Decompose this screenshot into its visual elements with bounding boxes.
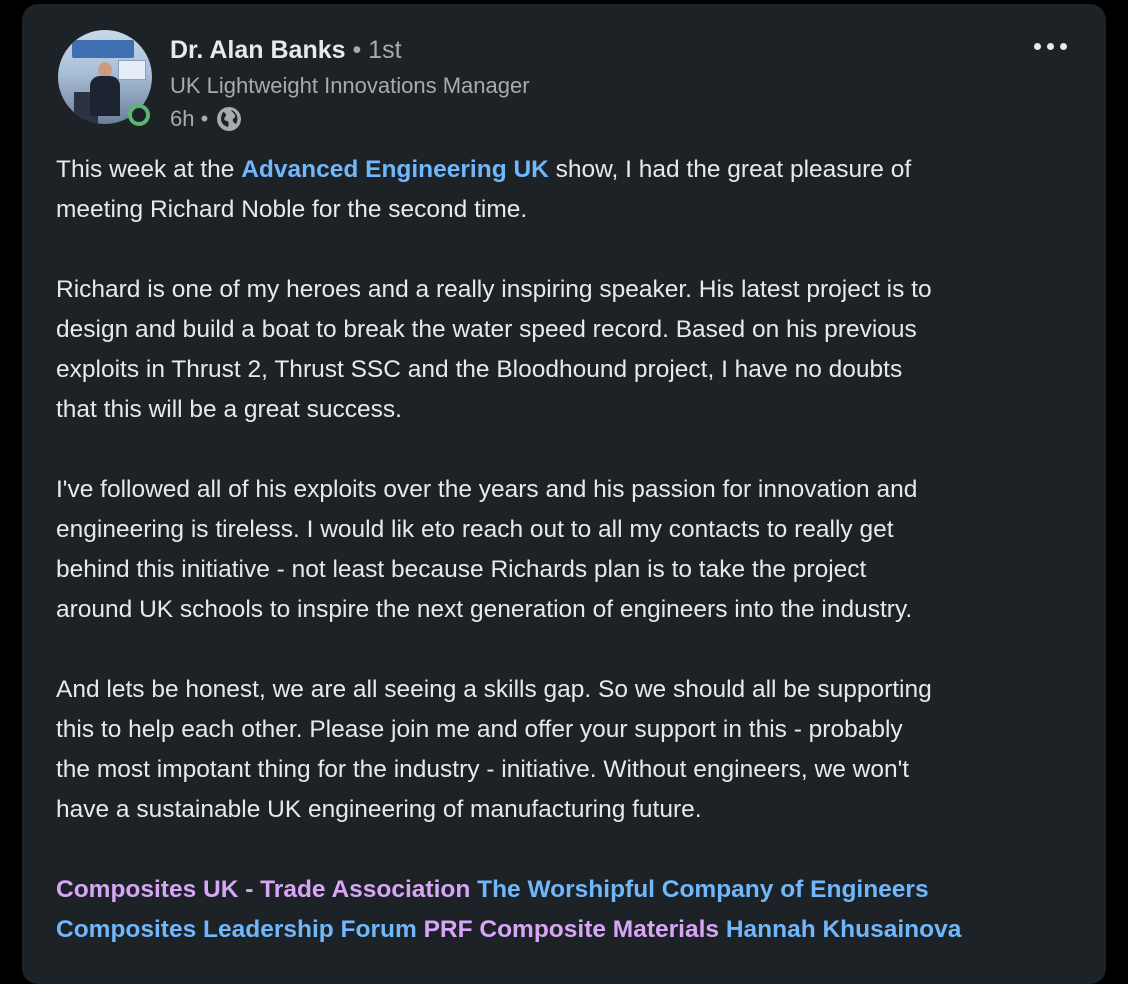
text: show, I had the great pleasure of (548, 156, 912, 183)
globe-icon (216, 106, 242, 132)
text: This week at the (56, 156, 242, 183)
post-paragraph: I've followed all of his exploits over t… (56, 470, 1086, 630)
post-paragraph: Richard is one of my heroes and a really… (56, 270, 1086, 430)
online-status-icon (128, 104, 150, 126)
text: behind this initiative - not least becau… (56, 556, 867, 583)
tag-prf-composite[interactable]: PRF Composite Materials (424, 916, 719, 943)
tag-composites-leadership-forum[interactable]: Composites Leadership Forum (56, 916, 417, 943)
tag-hannah-khusainova[interactable]: Hannah Khusainova (726, 916, 962, 943)
text: Richard is one of my heroes and a really… (56, 276, 932, 303)
mention-tags: Composites UK - Trade Association The Wo… (56, 870, 1086, 950)
connection-degree: • 1st (352, 36, 402, 64)
text: engineering is tireless. I would lik eto… (56, 516, 894, 543)
more-dot (1033, 42, 1041, 50)
text: design and build a boat to break the wat… (56, 316, 917, 343)
tag-composites-uk[interactable]: Composites UK - Trade Association (56, 876, 470, 903)
post-paragraph: And lets be honest, we are all seeing a … (56, 670, 1086, 830)
text: meeting Richard Noble for the second tim… (56, 196, 528, 223)
more-dot (1046, 42, 1054, 50)
text: I've followed all of his exploits over t… (56, 476, 918, 503)
author-name-line: Dr. Alan Banks • 1st (170, 34, 402, 66)
author-name[interactable]: Dr. Alan Banks (170, 36, 346, 64)
post-paragraph: This week at the Advanced Engineering UK… (56, 150, 1086, 230)
author-headline: UK Lightweight Innovations Manager (170, 73, 530, 98)
post-meta: 6h • (170, 103, 242, 135)
text: this to help each other. Please join me … (56, 716, 903, 743)
tag-worshipful-company[interactable]: The Worshipful Company of Engineers (477, 876, 928, 903)
text: the most impotant thing for the industry… (56, 756, 910, 783)
text: around UK schools to inspire the next ge… (56, 596, 913, 623)
more-options-icon[interactable] (1026, 34, 1074, 58)
text: And lets be honest, we are all seeing a … (56, 676, 932, 703)
text: have a sustainable UK engineering of man… (56, 796, 702, 823)
post-body: This week at the Advanced Engineering UK… (56, 150, 1086, 950)
text: that this will be a great success. (56, 396, 402, 423)
company-link[interactable]: Advanced Engineering UK (241, 156, 549, 183)
text: exploits in Thrust 2, Thrust SSC and the… (56, 356, 903, 383)
post-time: 6h • (170, 106, 209, 131)
more-dot (1059, 42, 1067, 50)
